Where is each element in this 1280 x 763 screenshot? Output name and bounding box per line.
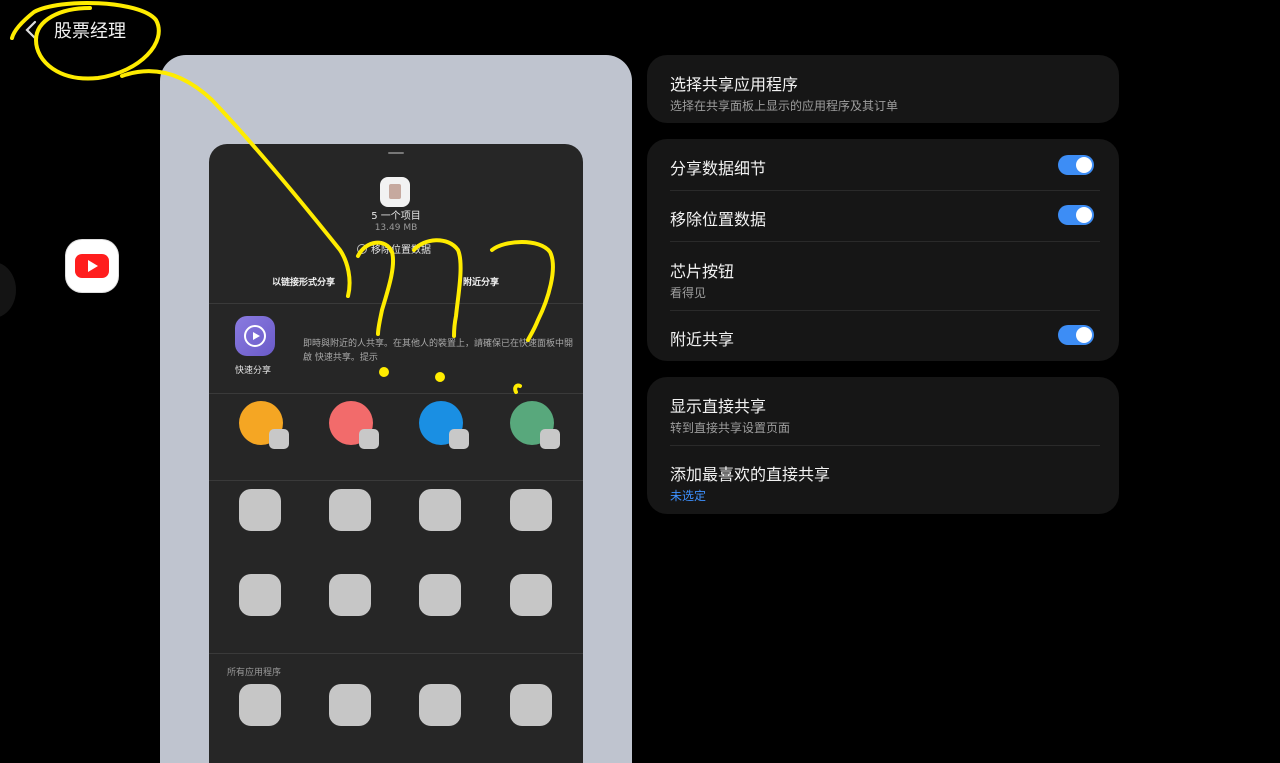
chip-button-row[interactable]: 芯片按钮 看得见 (670, 258, 1100, 301)
divider (670, 190, 1100, 191)
row-subtitle: 转到直接共享设置页面 (670, 421, 791, 435)
app-tile[interactable] (510, 574, 552, 616)
row-subtitle: 看得见 (670, 286, 707, 300)
remove-location-option[interactable]: 移除位置数据 (357, 241, 431, 256)
quick-share-description: 即時與附近的人共享。在其他人的裝置上，請確保已在快速面板中開啟 快速共享。提示 (303, 339, 574, 363)
app-badge-icon (269, 429, 289, 449)
choose-share-apps-row[interactable]: 选择共享应用程序 选择在共享面板上显示的应用程序及其订单 (670, 71, 1100, 114)
share-data-details-row[interactable]: 分享数据细节 (670, 155, 1100, 179)
share-sheet-preview: 5 一个项目 13.49 MB 移除位置数据 以链接形式分享 附近分享 快速分享… (160, 55, 632, 763)
settings-card: 显示直接共享 转到直接共享设置页面 添加最喜欢的直接共享 未选定 (647, 377, 1119, 514)
edge-panel-handle[interactable] (0, 262, 16, 318)
chevron-left-icon (25, 20, 37, 40)
share-sheet: 5 一个项目 13.49 MB 移除位置数据 以链接形式分享 附近分享 快速分享… (209, 144, 583, 763)
sheet-grabber (388, 152, 404, 154)
app-tile[interactable] (510, 684, 552, 726)
row-title: 选择共享应用程序 (670, 75, 799, 94)
row-title: 附近共享 (670, 330, 735, 349)
contact-avatar[interactable] (329, 401, 379, 449)
share-as-link-button[interactable]: 以链接形式分享 (272, 275, 335, 288)
youtube-icon (75, 254, 109, 278)
app-tile[interactable] (239, 574, 281, 616)
app-tile[interactable] (329, 489, 371, 531)
app-badge-icon (359, 429, 379, 449)
divider (209, 653, 583, 654)
row-title: 移除位置数据 (670, 210, 767, 229)
app-tile[interactable] (419, 684, 461, 726)
nearby-share-row[interactable]: 附近共享 (670, 326, 1100, 350)
row-title: 分享数据细节 (670, 159, 767, 178)
app-tile[interactable] (329, 684, 371, 726)
nearby-share-toggle[interactable] (1058, 325, 1094, 345)
all-apps-label: 所有应用程序 (227, 668, 282, 678)
app-tile[interactable] (329, 574, 371, 616)
app-tile[interactable] (419, 574, 461, 616)
file-size: 13.49 MB (374, 223, 418, 233)
app-tile[interactable] (510, 489, 552, 531)
divider (209, 303, 583, 304)
remove-location-row[interactable]: 移除位置数据 (670, 206, 1100, 230)
contact-avatar[interactable] (239, 401, 289, 449)
settings-card: 选择共享应用程序 选择在共享面板上显示的应用程序及其订单 (647, 55, 1119, 123)
remove-location-label: 移除位置数据 (371, 245, 431, 256)
quick-share-icon[interactable] (235, 316, 275, 356)
contact-avatar[interactable] (510, 401, 560, 449)
quick-share-label: 快速分享 (235, 366, 272, 376)
row-title: 添加最喜欢的直接共享 (670, 465, 831, 484)
divider (670, 241, 1100, 242)
share-data-details-toggle[interactable] (1058, 155, 1094, 175)
row-subtitle: 选择在共享面板上显示的应用程序及其订单 (670, 99, 899, 113)
settings-card: 分享数据细节 移除位置数据 芯片按钮 看得见 附近共享 (647, 139, 1119, 361)
nearby-share-button[interactable]: 附近分享 (463, 275, 499, 288)
radio-icon (357, 243, 367, 254)
divider (670, 445, 1100, 446)
app-tile[interactable] (239, 489, 281, 531)
contact-avatar[interactable] (419, 401, 469, 449)
item-count: 5 一个项目 (371, 211, 421, 222)
add-favorite-direct-share-row[interactable]: 添加最喜欢的直接共享 未选定 (670, 461, 1100, 504)
app-tile[interactable] (239, 684, 281, 726)
row-subtitle: 未选定 (670, 489, 707, 503)
divider (209, 393, 583, 394)
back-button[interactable] (18, 16, 46, 44)
row-title: 显示直接共享 (670, 397, 767, 416)
divider (209, 480, 583, 481)
remove-location-toggle[interactable] (1058, 205, 1094, 225)
app-badge-icon (540, 429, 560, 449)
app-badge-icon (449, 429, 469, 449)
youtube-app-icon[interactable] (66, 240, 118, 292)
show-direct-share-row[interactable]: 显示直接共享 转到直接共享设置页面 (670, 393, 1100, 436)
file-icon (380, 177, 410, 207)
page-title: 股票经理 (54, 21, 126, 42)
app-tile[interactable] (419, 489, 461, 531)
row-title: 芯片按钮 (670, 262, 735, 281)
divider (670, 310, 1100, 311)
